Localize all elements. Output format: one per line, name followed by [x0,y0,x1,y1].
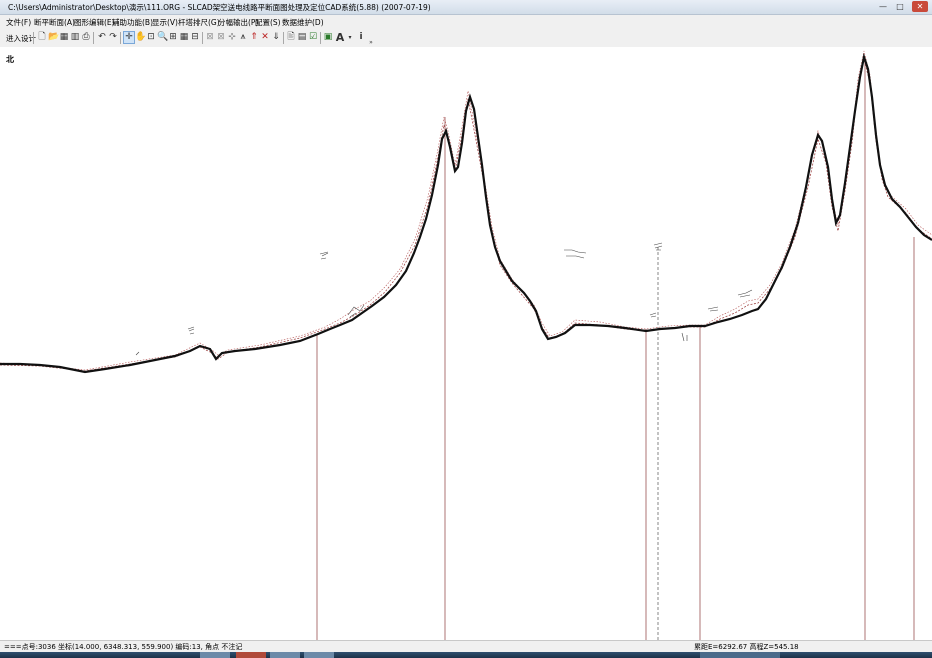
taskbar-button[interactable] [270,652,300,658]
tower-icon[interactable]: ⩚ [238,32,248,43]
measure-icon[interactable]: ⊟ [190,32,200,43]
taskbar-button[interactable] [236,652,266,658]
taskbar [0,652,932,658]
zoom-icon[interactable]: 🔍 [157,32,168,43]
menu-aux[interactable]: 辅助功能(B) [112,17,153,28]
close-button[interactable]: ✕ [912,1,928,12]
toolbar-separator [33,32,34,44]
maximize-button[interactable]: □ [893,1,907,12]
undo-icon[interactable]: ↶ [97,32,107,43]
toolbar-separator [202,32,203,44]
save-icon[interactable]: ▦ [59,32,69,43]
toolbar: 进入设计 🗋 📂 ▦ ▥ ⎙ ↶ ↷ ✛ ✋ ⊡ 🔍 ⊞ ▦ ⊟ ⊠ ⊠ ⊹ ⩚… [0,29,932,48]
document-icon[interactable]: 🖹 [286,32,296,43]
menu-output[interactable]: 分幅输出(P) [218,17,258,28]
print-icon[interactable]: ⎙ [81,32,91,43]
menu-graph-edit[interactable]: 图形编辑(E) [74,17,115,28]
profile-drawing [0,50,932,640]
raise-icon[interactable]: ⇑ [249,32,259,43]
taskbar-button[interactable] [200,652,230,658]
toolbar-separator [320,32,321,44]
title-bar: C:\Users\Administrator\Desktop\演示\111.OR… [0,0,932,15]
zoom-window-icon[interactable]: ⊡ [146,32,156,43]
tray-area [700,652,780,658]
distance-icon[interactable]: ⊠ [205,32,215,43]
offset-profile-line [0,58,932,372]
toolbar-separator [120,32,121,44]
redo-icon[interactable]: ↷ [108,32,118,43]
dropdown-icon[interactable]: ▾ [345,32,355,43]
enter-design-button[interactable]: 进入设计 [6,33,36,44]
pan-hand-icon[interactable]: ✋ [135,32,146,43]
menu-tower[interactable]: 杆塔排尺(G) [178,17,220,28]
menu-config[interactable]: 配置(S) [255,17,281,28]
north-label: 北 [6,55,14,64]
distance-icon[interactable]: ⊠ [216,32,226,43]
status-point-info: ===点号:3036 坐标(14.000, 6348.313, 559.900)… [4,643,243,651]
cross-icon[interactable]: ✕ [260,32,270,43]
check-icon[interactable]: ☑ [308,32,318,43]
drawing-canvas[interactable] [0,47,932,640]
minimize-button[interactable]: — [876,1,890,12]
window-title: C:\Users\Administrator\Desktop\演示\111.OR… [8,3,431,12]
open-icon[interactable]: 📂 [48,32,59,43]
offset-profile-line [0,50,932,371]
pointer-icon[interactable]: ✛ [123,31,135,44]
menu-plan-section[interactable]: 断平断面(A) [34,17,75,28]
menu-bar: 文件(F) 断平断面(A) 图形编辑(E) 辅助功能(B) 显示(V) 杆塔排尺… [0,15,932,29]
image-icon[interactable]: ▣ [323,32,333,43]
toolbar-separator [283,32,284,44]
point-icon[interactable]: ⊹ [227,32,237,43]
zoom-extents-icon[interactable]: ⊞ [168,32,178,43]
toolbar-separator [93,32,94,44]
menu-file[interactable]: 文件(F) [6,17,31,28]
menu-display[interactable]: 显示(V) [152,17,178,28]
lower-icon[interactable]: ⇓ [271,32,281,43]
taskbar-button[interactable] [304,652,334,658]
new-icon[interactable]: 🗋 [37,32,47,43]
status-distance-elevation: 累距E=6292.67 高程Z=545.18 [694,643,799,651]
grid-icon[interactable]: ▦ [179,32,189,43]
save-icon[interactable]: ▥ [70,32,80,43]
annotation-marker[interactable] [135,242,753,356]
menu-data[interactable]: 数据维护(D) [282,17,324,28]
info-icon[interactable]: i [356,32,366,43]
text-A-icon[interactable]: A [335,32,345,43]
table-icon[interactable]: ▤ [297,32,307,43]
